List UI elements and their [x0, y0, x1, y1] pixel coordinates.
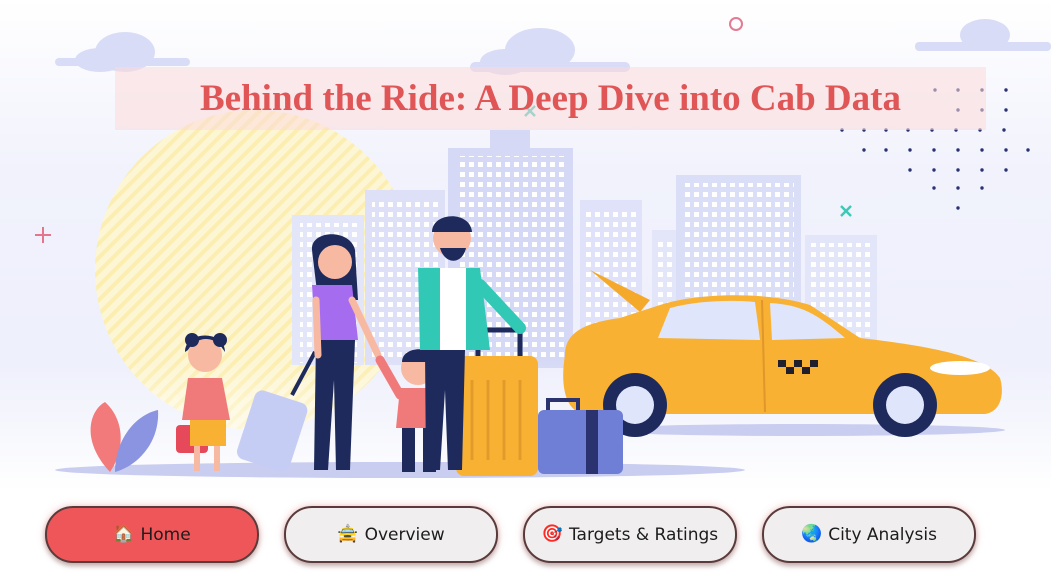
targets-ratings-button[interactable]: 🎯 Targets & Ratings [523, 506, 737, 563]
house-icon: 🏠 [113, 524, 135, 544]
overview-button[interactable]: 🚖 Overview [284, 506, 498, 563]
home-button[interactable]: 🏠 Home [45, 506, 259, 563]
home-button-label: Home [140, 524, 191, 545]
target-icon: 🎯 [541, 524, 563, 544]
targets-ratings-button-label: Targets & Ratings [568, 524, 719, 545]
city-analysis-button-label: City Analysis [828, 524, 937, 545]
taxi-icon: 🚖 [337, 524, 359, 544]
city-analysis-button[interactable]: 🌏 City Analysis [762, 506, 976, 563]
page-title: Behind the Ride: A Deep Dive into Cab Da… [200, 78, 901, 119]
nav-bar: 🏠 Home 🚖 Overview 🎯 Targets & Ratings 🌏 … [0, 490, 1051, 582]
globe-icon: 🌏 [801, 524, 823, 544]
overview-button-label: Overview [364, 524, 445, 545]
ground-shadow [55, 462, 745, 478]
title-banner: Behind the Ride: A Deep Dive into Cab Da… [115, 67, 986, 130]
